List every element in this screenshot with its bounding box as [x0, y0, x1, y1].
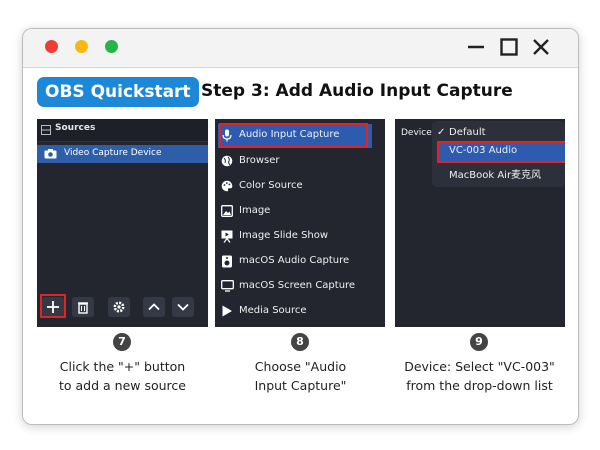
step-7-caption: Click the "+" button to add a new source [35, 357, 210, 395]
step-number-9: 9 [470, 333, 488, 351]
caption-line: from the drop-down list [406, 378, 553, 393]
gear-icon [113, 301, 125, 313]
step-9-caption: Device: Select "VC-003" from the drop-do… [392, 357, 567, 395]
caption-line: Device: Select "VC-003" [404, 359, 555, 374]
audio-input-callout [219, 123, 368, 148]
monitor-icon [221, 280, 234, 292]
speaker-icon [222, 255, 232, 268]
menu-item-label: Color Source [239, 180, 303, 191]
close-traffic-light[interactable] [45, 40, 58, 53]
menu-item-label: Image Slide Show [239, 230, 329, 241]
image-icon [221, 205, 233, 217]
caption-line: to add a new source [59, 378, 186, 393]
minimize-icon[interactable] [466, 37, 486, 57]
globe-icon [221, 155, 233, 167]
play-icon [222, 305, 232, 317]
add-source-menu: Audio Input Capture Browser Color Source… [215, 119, 385, 327]
sources-header: Sources [37, 119, 208, 142]
title-bar [23, 29, 578, 68]
add-button-callout [40, 294, 66, 318]
close-icon[interactable] [531, 37, 551, 57]
device-option-macbook[interactable]: MacBook Air麦克风 [432, 164, 565, 182]
source-settings-button[interactable] [108, 297, 130, 317]
menu-item-browser[interactable]: Browser [215, 151, 385, 173]
menu-item-media-source[interactable]: Media Source [215, 301, 385, 323]
menu-item-label: Image [239, 205, 271, 216]
menu-item-label: Browser [239, 155, 280, 166]
source-item[interactable]: Video Capture Device [37, 145, 208, 163]
step-8-caption: Choose "Audio Input Capture" [213, 357, 388, 395]
device-option-label: MacBook Air麦克风 [449, 170, 542, 181]
menu-item-macos-screen-capture[interactable]: macOS Screen Capture [215, 276, 385, 298]
menu-item-image-slide-show[interactable]: Image Slide Show [215, 226, 385, 248]
caption-line: Choose "Audio [254, 359, 347, 374]
sources-icon [41, 125, 51, 135]
zoom-traffic-light[interactable] [105, 40, 118, 53]
minimize-traffic-light[interactable] [75, 40, 88, 53]
source-item-label: Video Capture Device [64, 148, 162, 158]
step-title: Step 3: Add Audio Input Capture [201, 81, 513, 101]
device-panel: Device ✓ Default VC-003 Audio MacBook Ai… [395, 119, 565, 327]
device-option-label: Default [449, 127, 486, 138]
move-up-button[interactable] [143, 297, 165, 317]
chevron-down-icon [177, 303, 189, 311]
device-label: Device [401, 128, 432, 138]
trash-icon [78, 302, 88, 314]
caption-line: Click the "+" button [59, 359, 186, 374]
step-number-7: 7 [113, 333, 131, 351]
app-window: OBS Quickstart Step 3: Add Audio Input C… [22, 28, 579, 425]
menu-item-label: Media Source [239, 305, 307, 316]
step-number-8: 8 [291, 333, 309, 351]
checkmark-icon: ✓ [437, 127, 446, 138]
menu-item-macos-audio-capture[interactable]: macOS Audio Capture [215, 251, 385, 273]
menu-item-color-source[interactable]: Color Source [215, 176, 385, 198]
remove-source-button[interactable] [72, 297, 94, 317]
chevron-up-icon [148, 303, 160, 311]
menu-item-image[interactable]: Image [215, 201, 385, 223]
palette-icon [221, 180, 233, 192]
menu-item-label: macOS Screen Capture [239, 280, 356, 291]
menu-item-label: macOS Audio Capture [239, 255, 350, 266]
quickstart-badge: OBS Quickstart [37, 77, 199, 107]
move-down-button[interactable] [172, 297, 194, 317]
sources-title: Sources [55, 123, 96, 133]
maximize-icon[interactable] [499, 37, 519, 57]
slideshow-icon [221, 230, 233, 243]
camera-icon [44, 149, 57, 159]
vc003-callout [437, 141, 565, 163]
sources-panel: Sources Video Capture Device [37, 119, 208, 327]
caption-line: Input Capture" [254, 378, 347, 393]
